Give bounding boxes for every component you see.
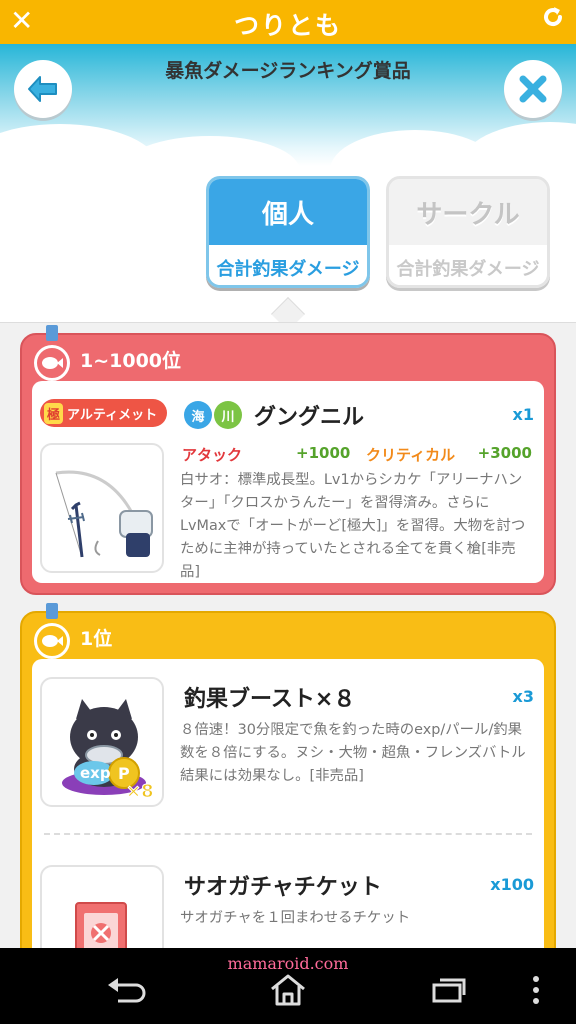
cat-boost-icon: exp P ×8 (62, 699, 154, 803)
item-description: 白サオ：標準成長型。Lv1からシカケ「アリーナハンター」「クロスかうんたー」を習… (180, 472, 526, 580)
fish-medal-icon (34, 345, 70, 381)
item-thumbnail[interactable] (40, 443, 164, 573)
tab-sublabel: 合計釣果ダメージ (389, 245, 547, 285)
reload-icon[interactable] (540, 4, 566, 37)
back-button[interactable] (14, 60, 72, 118)
ticket-icon (75, 902, 127, 948)
item-quantity: x100 (490, 875, 534, 894)
attribute-sea-badge: 海 (184, 401, 212, 429)
tab-label: サークル (389, 179, 547, 245)
system-nav-bar: mamaroid.com (0, 948, 576, 1024)
back-arrow-icon (28, 76, 57, 102)
item-description: ８倍速！30分限定で魚を釣った時のexp/パール/釣果数を８倍にする。ヌシ・大物… (180, 722, 526, 784)
page-subtitle: 暴魚ダメージランキング賞品 (165, 60, 411, 82)
medal-ribbon (46, 325, 58, 341)
fishing-rod-icon (55, 470, 153, 558)
attack-value: +1000 (296, 444, 351, 462)
app-title: つりとも (233, 11, 342, 40)
item-quantity: x1 (512, 405, 534, 424)
tab-individual[interactable]: 個人 合計釣果ダメージ (206, 176, 370, 288)
critical-value: +3000 (477, 444, 532, 462)
reward-item: 極 アルティメット 海 川 グングニル x1 アタック +1000 クリティカル… (32, 381, 544, 583)
close-button[interactable] (504, 60, 562, 118)
item-description: サオガチャを１回まわせるチケット (180, 910, 411, 926)
app-bar: ✕ つりとも (0, 0, 576, 44)
multiplier-text: ×8 (126, 781, 154, 802)
tab-bar: 個人 合計釣果ダメージ サークル 合計釣果ダメージ (0, 166, 576, 331)
reward-card-rank-1: 1位 exp P ×8 釣果ブースト×８ x3 ８倍速！30分限定で魚を釣った時… (20, 603, 556, 948)
reward-card-rank-1-1000: 1~1000位 極 アルティメット 海 川 グングニル x1 アタック +100… (20, 325, 556, 595)
rarity-label: アルティメット (67, 407, 158, 423)
item-name: 釣果ブースト×８ (184, 687, 356, 712)
close-icon (519, 75, 547, 103)
attribute-river-badge: 川 (214, 401, 242, 429)
rank-label: 1位 (80, 628, 113, 650)
recent-apps-icon[interactable] (420, 970, 476, 1010)
tab-sublabel: 合計釣果ダメージ (209, 245, 367, 285)
overflow-menu-icon[interactable] (516, 970, 556, 1010)
rarity-badge: 極 アルティメット (40, 399, 168, 427)
tab-label: 個人 (209, 179, 367, 245)
attack-label: アタック (182, 446, 243, 464)
critical-label: クリティカル (366, 446, 456, 464)
item-name: サオガチャチケット (184, 875, 382, 900)
medal-ribbon (46, 603, 58, 619)
back-nav-icon[interactable] (100, 970, 156, 1010)
item-thumbnail[interactable]: exp P ×8 (40, 677, 164, 807)
item-thumbnail[interactable] (40, 865, 164, 948)
item-divider (44, 833, 532, 835)
home-nav-icon[interactable] (260, 970, 316, 1010)
exp-text: exp (80, 764, 111, 782)
rank-label: 1~1000位 (80, 350, 182, 372)
item-quantity: x3 (512, 687, 534, 706)
reward-list[interactable]: 1~1000位 極 アルティメット 海 川 グングニル x1 アタック +100… (0, 322, 576, 948)
tab-circle[interactable]: サークル 合計釣果ダメージ (386, 176, 550, 288)
fish-medal-icon (34, 623, 70, 659)
item-name: グングニル (254, 405, 365, 430)
header-banner: 暴魚ダメージランキング賞品 (0, 44, 576, 166)
reward-items: exp P ×8 釣果ブースト×８ x3 ８倍速！30分限定で魚を釣った時のex… (32, 659, 544, 948)
rarity-kanji: 極 (44, 402, 64, 424)
